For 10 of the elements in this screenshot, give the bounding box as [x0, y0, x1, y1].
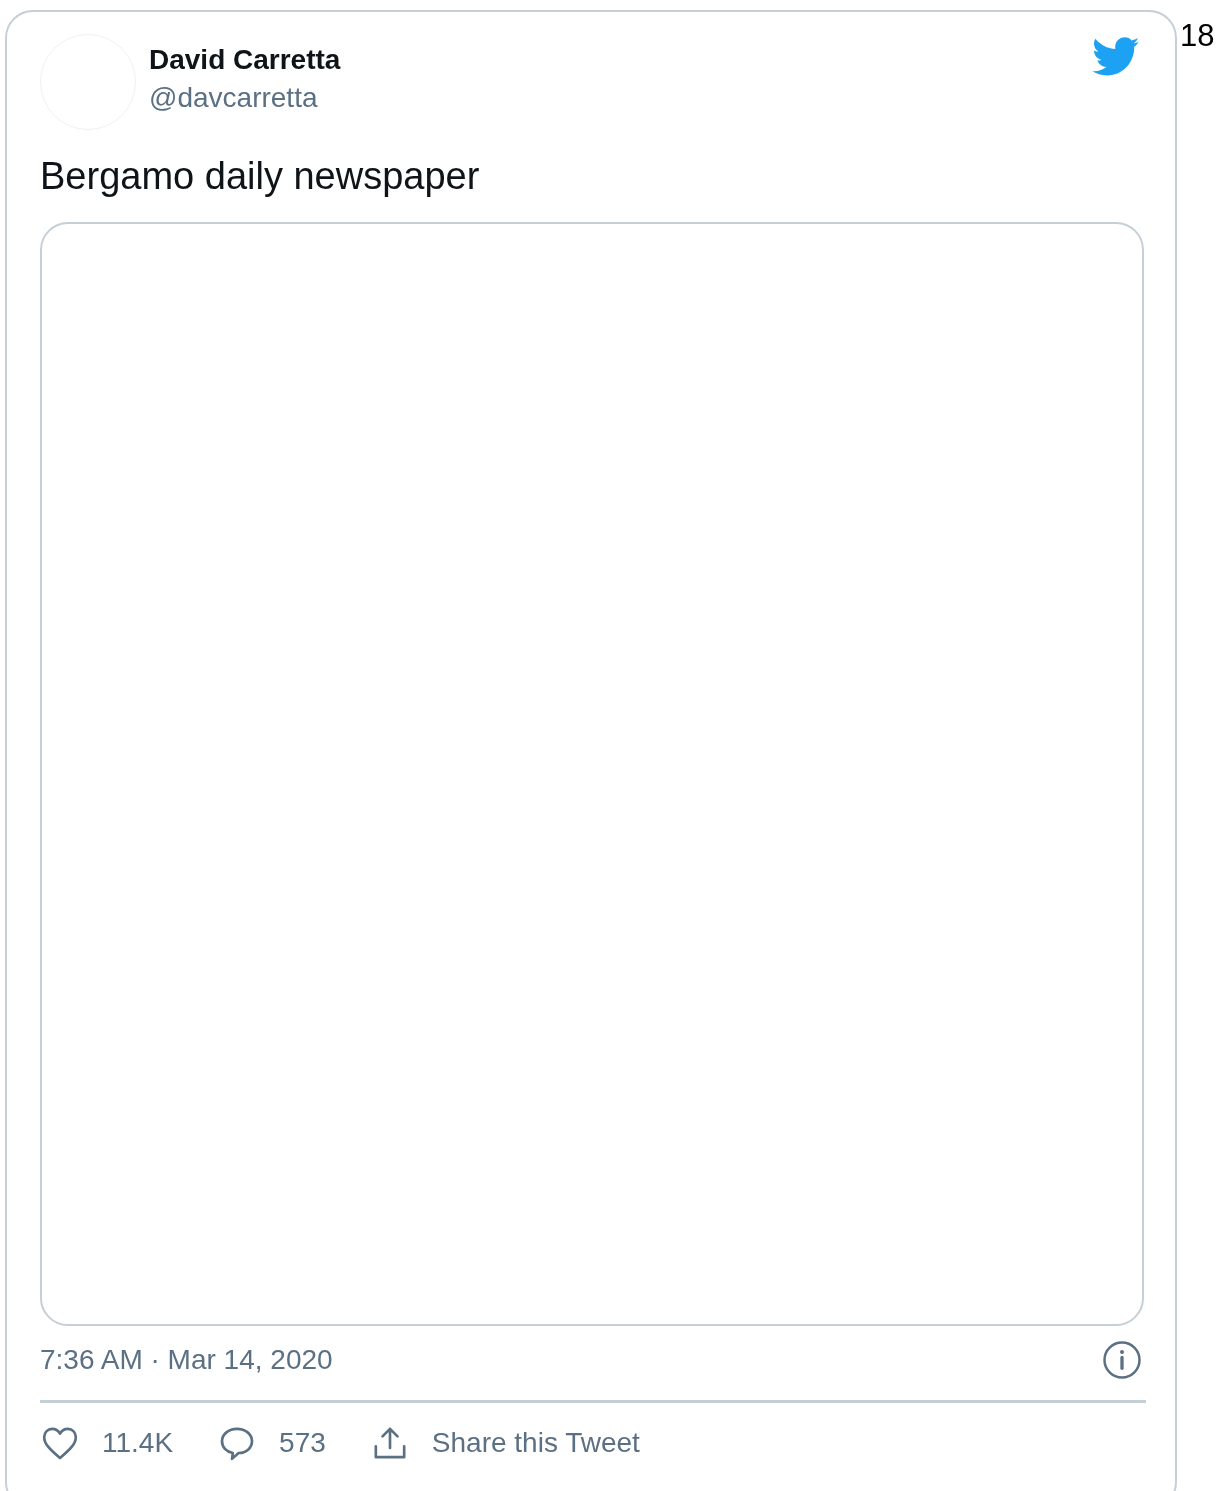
info-icon[interactable]	[1102, 1340, 1142, 1380]
side-number: 18	[1180, 18, 1215, 54]
author-name[interactable]: David Carretta	[149, 41, 1092, 79]
reply-button[interactable]: 573	[217, 1423, 326, 1463]
tweet-text: Bergamo daily newspaper	[40, 154, 481, 199]
share-button[interactable]: Share this Tweet	[369, 1423, 640, 1463]
timestamp[interactable]: 7:36 AM · Mar 14, 2020	[40, 1344, 333, 1376]
like-button[interactable]: 11.4K	[40, 1423, 174, 1463]
bird-logo-icon[interactable]	[1092, 37, 1140, 77]
author-handle[interactable]: @davcarretta	[149, 79, 1092, 117]
